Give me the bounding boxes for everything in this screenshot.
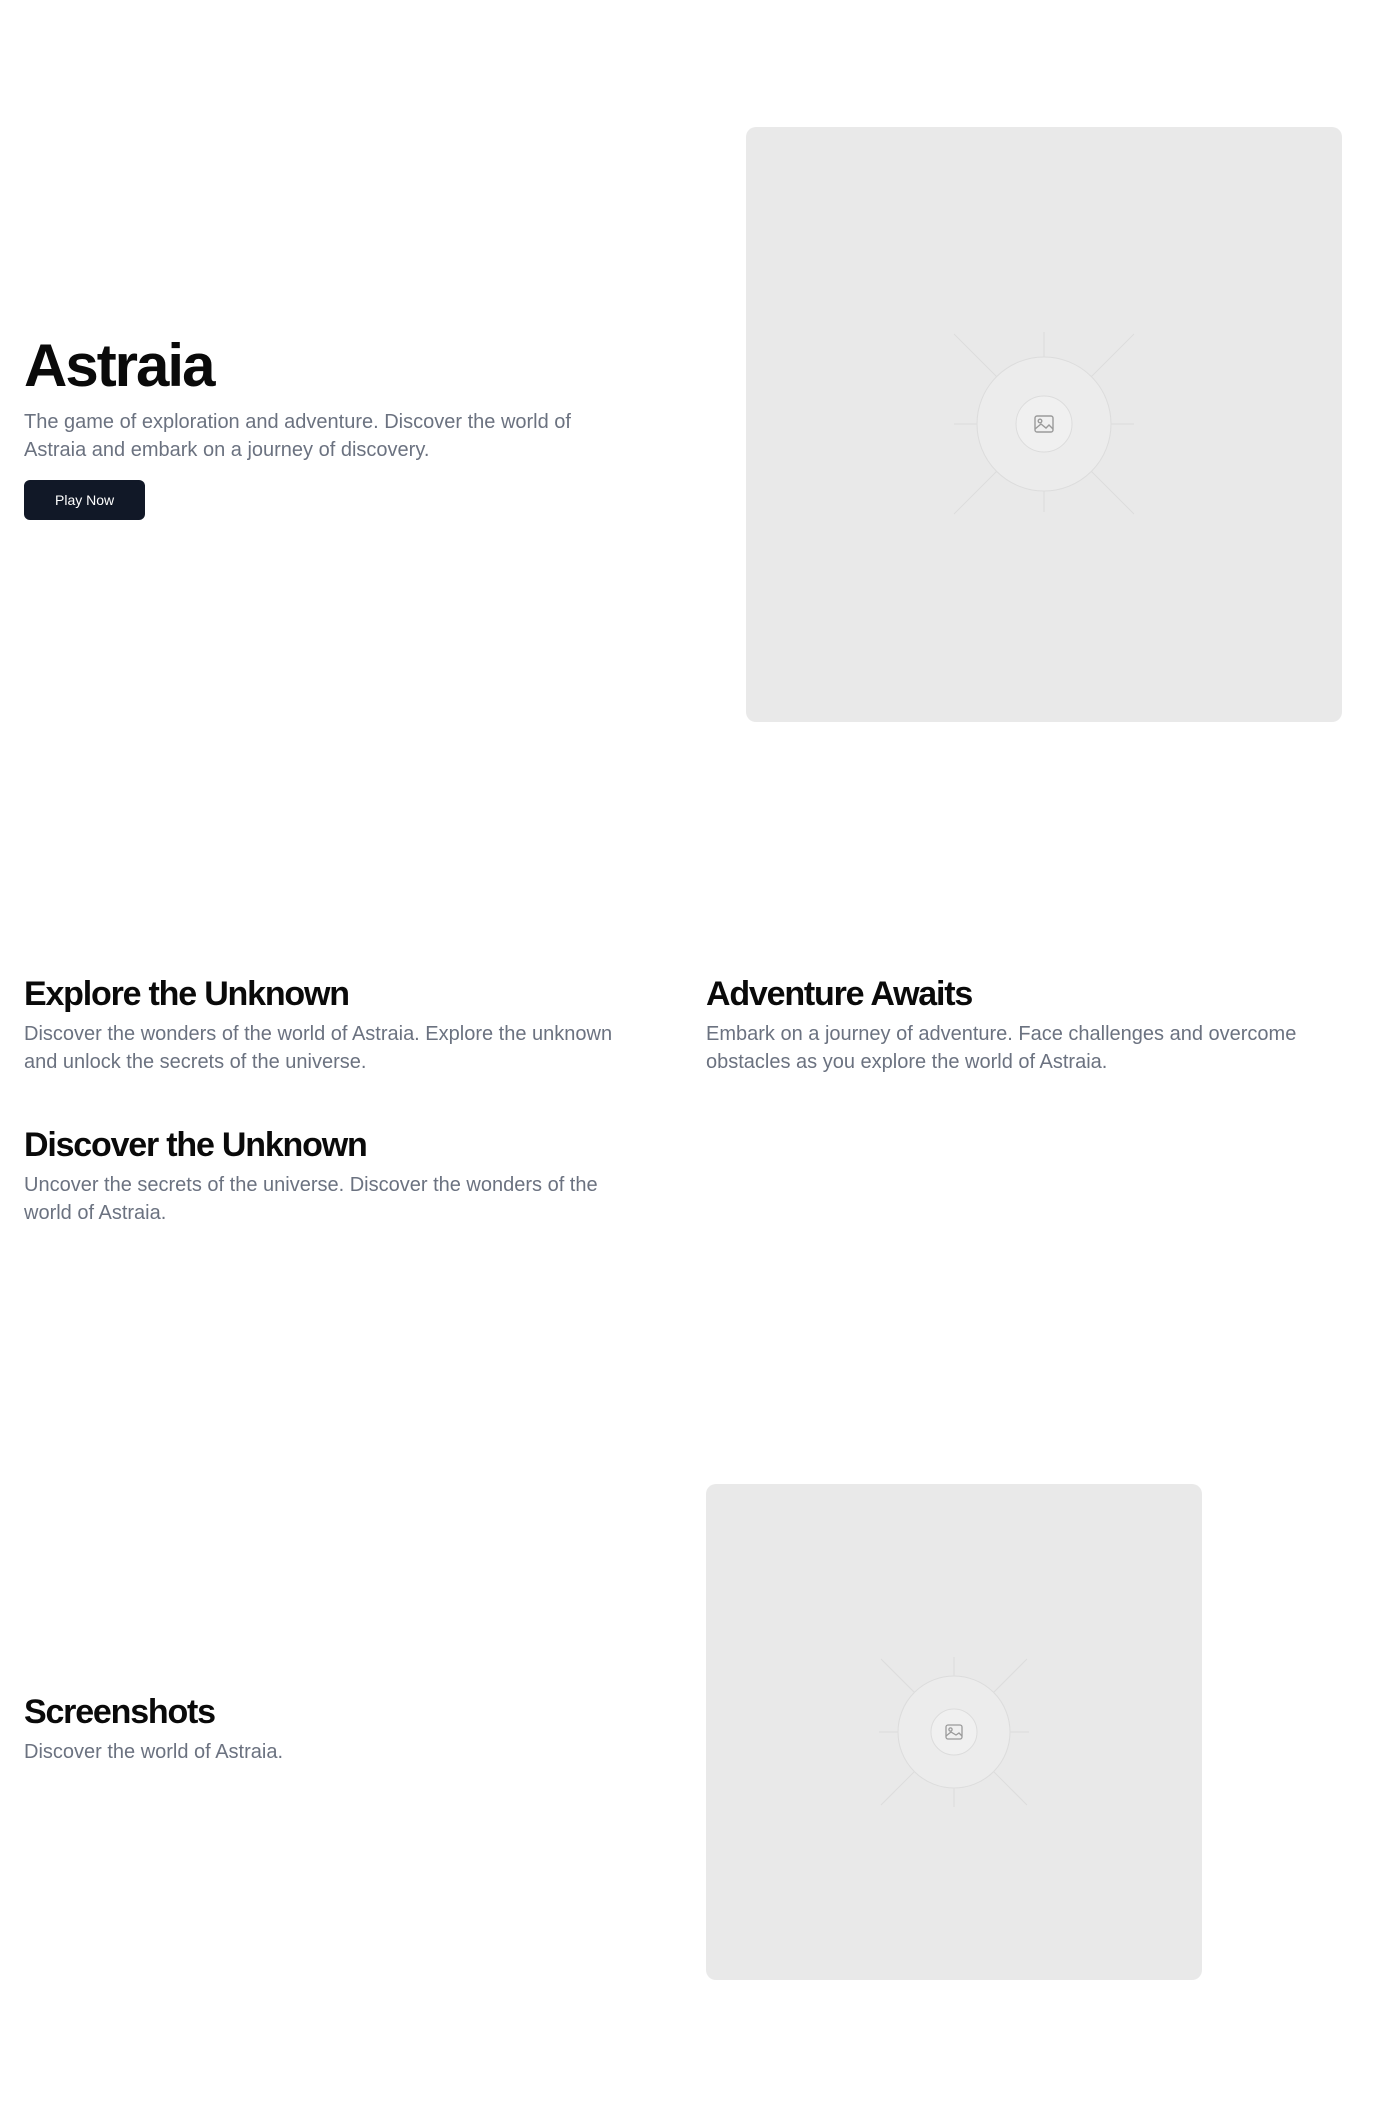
screenshots-description: Discover the world of Astraia. [24,1741,283,1763]
feature-adventure: Adventure Awaits Embark on a journey of … [706,972,1306,1076]
placeholder-graphic [879,1657,1029,1807]
feature-description: Discover the wonders of the world of Ast… [24,1023,613,1073]
placeholder-graphic [953,332,1135,515]
feature-title: Explore the Unknown [24,975,350,1013]
screenshot-image-placeholder [706,1484,1202,1980]
page: Astraia The game of exploration and adve… [0,0,1376,2124]
feature-title: Discover the Unknown [24,1126,368,1164]
feature-description: Uncover the secrets of the universe. Dis… [24,1174,598,1224]
hero-title: Astraia [24,332,215,399]
screenshots-section: Screenshots Discover the world of Astrai… [24,1690,624,1766]
feature-title: Adventure Awaits [706,975,973,1013]
feature-explore: Explore the Unknown Discover the wonders… [24,972,624,1076]
feature-description: Embark on a journey of adventure. Face c… [706,1023,1297,1073]
hero-section: Astraia The game of exploration and adve… [24,330,624,520]
hero-description: The game of exploration and adventure. D… [24,411,571,461]
play-now-button[interactable]: Play Now [24,480,146,520]
screenshots-title: Screenshots [24,1693,216,1731]
feature-discover: Discover the Unknown Uncover the secrets… [24,1123,624,1227]
hero-image-placeholder [746,127,1342,722]
